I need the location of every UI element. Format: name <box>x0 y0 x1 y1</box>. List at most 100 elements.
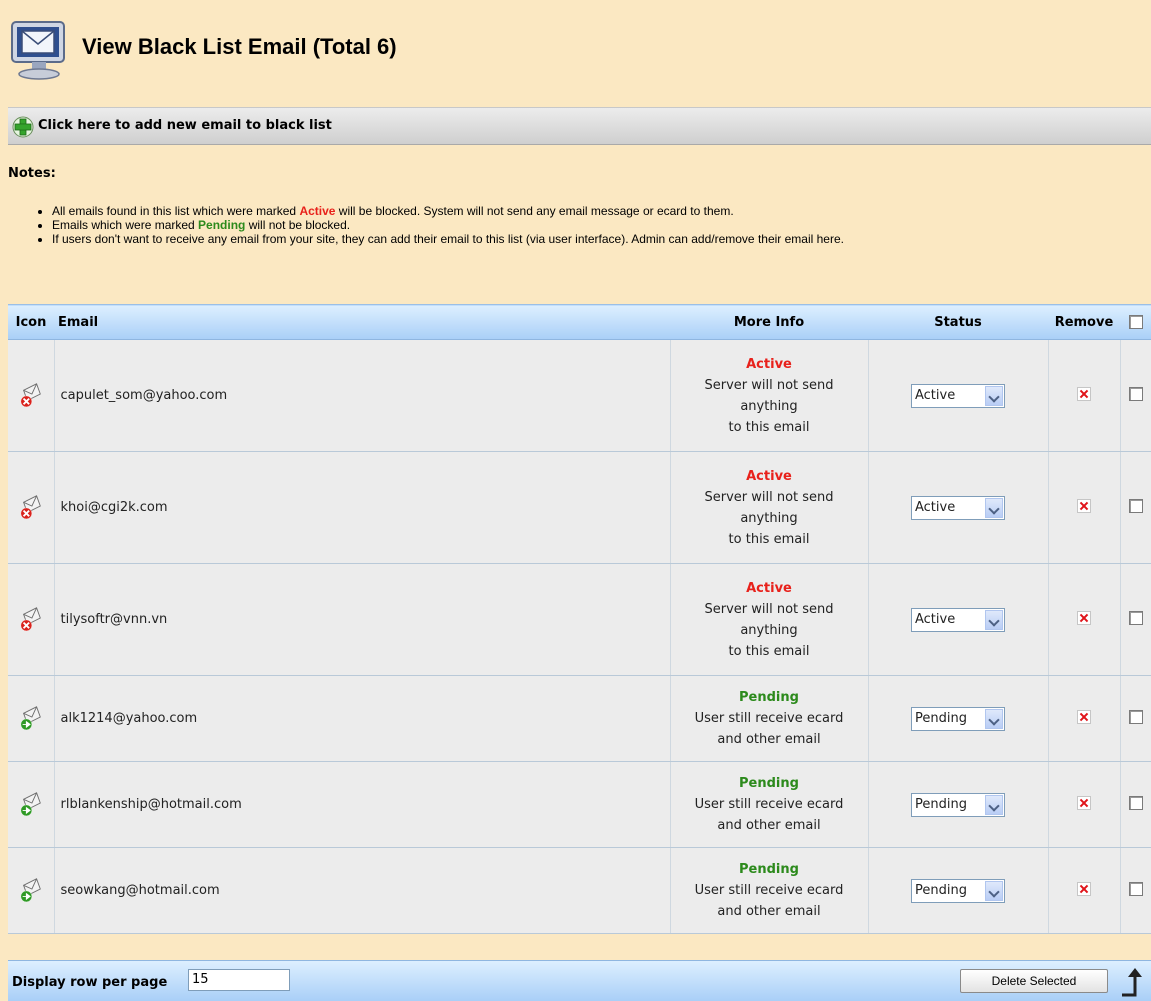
table-row: alk1214@yahoo.com Pending User still rec… <box>8 675 1151 762</box>
note-text: If users don't want to receive any email… <box>52 232 844 246</box>
select-all-checkbox[interactable] <box>1128 315 1143 329</box>
notes-title: Notes: <box>8 166 56 181</box>
info-line: User still receive ecard <box>694 883 844 898</box>
info-line: User still receive ecard <box>694 711 844 726</box>
info-line: to this email <box>728 643 810 659</box>
col-header-icon: Icon <box>8 304 54 340</box>
monitor-email-icon <box>11 21 65 80</box>
blocked-email-icon <box>20 494 41 519</box>
chevron-down-icon[interactable] <box>985 708 1003 729</box>
info-line: anything <box>740 622 798 638</box>
delete-selected-button[interactable]: Delete Selected <box>960 969 1108 993</box>
info-line: to this email <box>728 419 810 435</box>
pending-email-icon <box>20 705 41 730</box>
status-select-value: Active <box>915 499 956 515</box>
info-status-label: Active <box>746 356 792 372</box>
col-header-email: Email <box>54 304 670 340</box>
info-line: anything <box>740 398 798 414</box>
email-cell: tilysoftr@vnn.vn <box>54 563 671 676</box>
row-icon-cell <box>8 675 55 762</box>
row-select-checkbox[interactable] <box>1128 881 1143 896</box>
remove-cell <box>1048 761 1121 848</box>
info-line: Server will not send <box>704 601 834 617</box>
remove-icon[interactable] <box>1077 709 1091 724</box>
remove-icon[interactable] <box>1077 795 1091 810</box>
note-text: will not be blocked. <box>245 218 351 232</box>
email-cell: khoi@cgi2k.com <box>54 451 671 564</box>
status-cell: Pending <box>868 761 1049 848</box>
row-select-checkbox[interactable] <box>1128 386 1143 401</box>
row-icon-cell <box>8 847 55 934</box>
email-cell: alk1214@yahoo.com <box>54 675 671 762</box>
status-select[interactable]: Active <box>911 607 1005 632</box>
table-row: capulet_som@yahoo.com Active Server will… <box>8 339 1151 452</box>
remove-cell <box>1048 675 1121 762</box>
page-header: View Black List Email (Total 6) <box>0 0 1151 100</box>
status-select[interactable]: Active <box>911 495 1005 520</box>
note-item: If users don't want to receive any email… <box>52 232 844 246</box>
select-cell <box>1120 761 1151 848</box>
row-icon-cell <box>8 761 55 848</box>
chevron-down-icon[interactable] <box>985 880 1003 901</box>
select-cell <box>1120 847 1151 934</box>
email-cell: rlblankenship@hotmail.com <box>54 761 671 848</box>
info-line: and other email <box>717 904 821 919</box>
back-to-top-arrow-icon[interactable] <box>1120 965 1150 999</box>
chevron-down-icon[interactable] <box>985 497 1003 518</box>
table-row: tilysoftr@vnn.vn Active Server will not … <box>8 563 1151 676</box>
add-email-button[interactable]: Click here to add new email to black lis… <box>8 107 1151 145</box>
row-select-checkbox[interactable] <box>1128 610 1143 625</box>
chevron-down-icon[interactable] <box>985 385 1003 406</box>
status-select[interactable]: Pending <box>911 792 1005 817</box>
status-select-value: Active <box>915 611 956 627</box>
page-title: View Black List Email (Total 6) <box>82 34 397 59</box>
status-cell: Active <box>868 451 1049 564</box>
note-text: All emails found in this list which were… <box>52 204 300 218</box>
info-line: Server will not send <box>704 489 834 505</box>
remove-icon[interactable] <box>1077 498 1091 513</box>
add-email-label[interactable]: Click here to add new email to black lis… <box>38 118 332 133</box>
info-line: User still receive ecard <box>694 797 844 812</box>
rows-per-page-input[interactable]: 15 <box>188 969 290 991</box>
note-item: Emails which were marked Pending will no… <box>52 218 844 232</box>
remove-icon[interactable] <box>1077 386 1091 401</box>
email-cell: capulet_som@yahoo.com <box>54 339 671 452</box>
more-info-cell: Pending User still receive ecard and othe… <box>670 847 869 934</box>
info-status-label: Pending <box>739 776 799 791</box>
blocked-email-icon <box>20 606 41 631</box>
note-keyword-pending: Pending <box>198 218 246 232</box>
status-select-value: Pending <box>915 710 967 726</box>
status-select[interactable]: Pending <box>911 706 1005 731</box>
remove-cell <box>1048 847 1121 934</box>
remove-cell <box>1048 563 1121 676</box>
more-info-cell: Pending User still receive ecard and othe… <box>670 761 869 848</box>
row-icon-cell <box>8 451 55 564</box>
status-select-value: Active <box>915 387 956 403</box>
remove-icon[interactable] <box>1077 881 1091 896</box>
more-info-cell: Active Server will not send anything to th… <box>670 451 869 564</box>
blacklist-table: Icon Email More Info Status Remove capul… <box>8 304 1151 934</box>
status-select-value: Pending <box>915 882 967 898</box>
row-select-checkbox[interactable] <box>1128 795 1143 810</box>
chevron-down-icon[interactable] <box>985 794 1003 815</box>
remove-icon[interactable] <box>1077 610 1091 625</box>
info-line: Server will not send <box>704 377 834 393</box>
row-select-checkbox[interactable] <box>1128 709 1143 724</box>
info-line: and other email <box>717 818 821 833</box>
chevron-down-icon[interactable] <box>985 609 1003 630</box>
notes-list: All emails found in this list which were… <box>0 204 844 246</box>
email-cell: seowkang@hotmail.com <box>54 847 671 934</box>
info-line: and other email <box>717 732 821 747</box>
status-select[interactable]: Pending <box>911 878 1005 903</box>
more-info-cell: Active Server will not send anything to th… <box>670 563 869 676</box>
select-cell <box>1120 563 1151 676</box>
note-text: Emails which were marked <box>52 218 199 232</box>
row-select-checkbox[interactable] <box>1128 498 1143 513</box>
col-header-status: Status <box>868 304 1048 340</box>
table-footer: Display row per page 15 Delete Selected <box>8 960 1151 1001</box>
status-select-value: Pending <box>915 796 967 812</box>
status-cell: Pending <box>868 675 1049 762</box>
status-select[interactable]: Active <box>911 383 1005 408</box>
table-row: rlblankenship@hotmail.com Pending User s… <box>8 761 1151 848</box>
info-line: anything <box>740 510 798 526</box>
